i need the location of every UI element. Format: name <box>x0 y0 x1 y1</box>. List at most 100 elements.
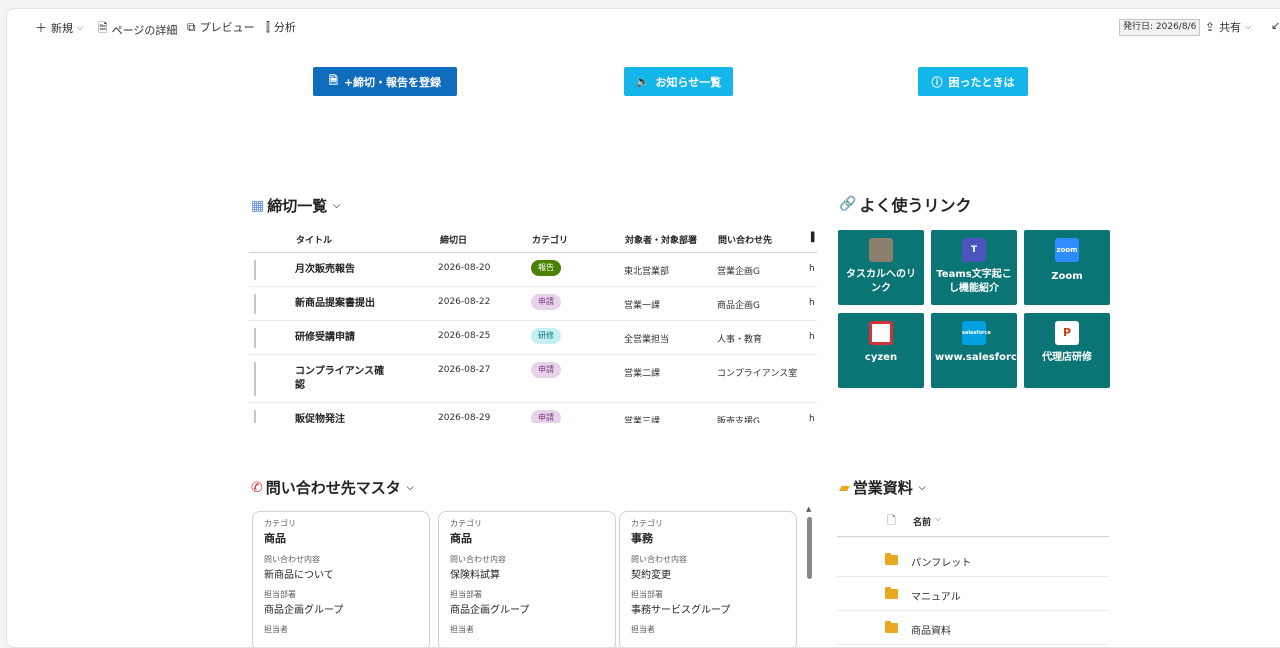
row-extra: h <box>809 298 815 308</box>
scrollbar-thumb[interactable] <box>807 517 812 579</box>
link-tile-training[interactable]: P 代理店研修 <box>1024 313 1110 388</box>
quick-links-title: よく使うリンク <box>859 196 972 215</box>
table-row[interactable]: 月次販売報告 2026-08-20 報告 東北営業部 営業企画G h <box>249 253 817 287</box>
row-selector[interactable] <box>254 260 256 280</box>
page-settings-icon: 🗎 <box>98 21 108 35</box>
field-label: 担当者 <box>631 625 655 634</box>
table-row[interactable]: 新商品提案書提出 2026-08-22 申請 営業一課 商品企画G h <box>249 287 817 321</box>
folder-name[interactable]: 商品資料 <box>911 622 951 637</box>
category-pill: 申請 <box>531 410 561 423</box>
table-row[interactable]: コンプライアンス確認 2026-08-27 申請 営業二課 コンプライアンス室 <box>249 355 817 403</box>
zoom-icon: zoom <box>1055 238 1079 262</box>
field-label: 担当者 <box>450 625 474 634</box>
command-bar: ＋ 新規 ⌵ 🗎 ページの詳細 ⧉ プレビュー ⫿ 分析 発行日: 2026/8… <box>7 9 1280 45</box>
document-folder-row[interactable]: パンフレット <box>837 543 1109 577</box>
document-folder-row[interactable]: 商品資料 <box>837 611 1109 645</box>
documents-title: 営業資料 <box>852 479 913 497</box>
row-extra: h <box>809 264 815 274</box>
link-tile-label: Teams文字起こし機能紹介 <box>936 269 1012 294</box>
row-contact: 販売支援G <box>717 417 760 423</box>
contact-card[interactable]: カテゴリ 事務 問い合わせ内容 契約変更 担当部署 事務サービスグループ 担当者 <box>619 511 797 647</box>
row-date: 2026-08-22 <box>438 297 491 307</box>
card-category: 商品 <box>450 532 472 545</box>
powerpoint-icon: P <box>1055 321 1079 345</box>
page-details-button[interactable]: 🗎 ページの詳細 <box>98 19 177 40</box>
quick-links-section-title: 🔗 よく使うリンク <box>839 192 971 216</box>
photo-thumbnail-icon <box>869 238 893 262</box>
column-header-target[interactable]: 対象者・対象部署 <box>625 233 697 246</box>
field-label: カテゴリ <box>450 519 482 528</box>
folder-name[interactable]: マニュアル <box>911 588 961 603</box>
page-canvas: ＋ 新規 ⌵ 🗎 ページの詳細 ⧉ プレビュー ⫿ 分析 発行日: 2026/8… <box>6 8 1280 648</box>
row-selector[interactable] <box>254 362 256 396</box>
new-label: 新規 <box>51 21 74 35</box>
calendar-grid-icon: ▦ <box>251 197 265 214</box>
notices-button[interactable]: 🔈 お知らせ一覧 <box>624 67 733 96</box>
folder-name[interactable]: パンフレット <box>911 554 971 569</box>
row-extra: h <box>809 332 815 342</box>
link-tile-salesforce[interactable]: salesforce www.salesforce.com <box>931 313 1051 388</box>
analytics-label: 分析 <box>273 21 296 34</box>
field-label: 担当部署 <box>631 590 663 599</box>
share-icon: ⇪ <box>1205 20 1216 34</box>
link-tile-cyzen[interactable]: cyzen <box>838 313 924 388</box>
link-tile-label: タスカルへのリンク <box>846 269 916 294</box>
analytics-button[interactable]: ⫿ 分析 <box>266 19 296 35</box>
table-row[interactable]: 研修受講申請 2026-08-25 研修 全営業担当 人事・教育 h <box>249 321 817 355</box>
document-icon: 🗎 <box>328 74 338 87</box>
row-title[interactable]: コンプライアンス確認 <box>295 365 385 393</box>
card-content: 新商品について <box>264 570 334 581</box>
share-button[interactable]: ⇪ 共有 ⌵ <box>1205 19 1251 35</box>
row-selector[interactable] <box>254 410 256 423</box>
row-extra: h <box>809 414 815 423</box>
documents-section-title[interactable]: ▰ 営業資料 ⌵ <box>839 477 926 498</box>
row-title[interactable]: 新商品提案書提出 <box>295 297 405 311</box>
document-folder-row[interactable]: マニュアル <box>837 577 1109 611</box>
chevron-down-icon: ⌵ <box>333 200 341 211</box>
row-target: 営業二課 <box>624 369 661 379</box>
preview-button[interactable]: ⧉ プレビュー <box>187 19 255 35</box>
question-circle-icon: ⓘ <box>931 75 943 89</box>
card-category: 事務 <box>631 532 653 545</box>
chevron-down-icon: ⌵ <box>918 482 926 493</box>
row-contact: 人事・教育 <box>717 335 763 345</box>
contact-card[interactable]: カテゴリ 商品 問い合わせ内容 新商品について 担当部署 商品企画グループ 担当… <box>252 511 430 647</box>
column-header-title[interactable]: タイトル <box>296 233 332 246</box>
register-label: +締切・報告を登録 <box>343 75 442 89</box>
column-header-category[interactable]: カテゴリ <box>532 233 568 246</box>
new-menu-button[interactable]: ＋ 新規 ⌵ <box>35 19 83 36</box>
notices-label: お知らせ一覧 <box>655 75 722 89</box>
row-selector[interactable] <box>254 294 256 314</box>
register-deadline-button[interactable]: 🗎 +締切・報告を登録 <box>313 67 457 96</box>
chevron-down-icon: ⌵ <box>1245 22 1252 31</box>
table-row[interactable]: 販促物発注 2026-08-29 申請 営業三課 販売支援G h <box>249 403 817 423</box>
row-title[interactable]: 販促物発注 <box>295 413 405 423</box>
contact-card[interactable]: カテゴリ 商品 問い合わせ内容 保険料試算 担当部署 商品企画グループ 担当者 <box>438 511 616 647</box>
chevron-down-icon[interactable]: ⌵ <box>935 514 941 524</box>
link-tile-taskal[interactable]: タスカルへのリンク <box>838 230 924 305</box>
link-tile-teams[interactable]: T Teams文字起こし機能紹介 <box>931 230 1017 305</box>
row-selector[interactable] <box>254 328 256 348</box>
row-contact: 商品企画G <box>717 301 760 311</box>
field-label: 担当部署 <box>450 590 482 599</box>
name-column-header[interactable]: 名前 <box>913 515 931 528</box>
link-tile-label: cyzen <box>864 352 898 363</box>
contacts-section-title[interactable]: ✆ 問い合わせ先マスタ ⌵ <box>251 477 414 498</box>
row-title[interactable]: 研修受講申請 <box>295 331 405 345</box>
column-header-date[interactable]: 締切日 <box>440 233 467 246</box>
link-tile-zoom[interactable]: zoom Zoom <box>1024 230 1110 305</box>
link-tile-label: 代理店研修 <box>1042 352 1092 363</box>
row-title[interactable]: 月次販売報告 <box>295 263 405 277</box>
documents-header: 🗋 名前 ⌵ <box>837 507 1109 537</box>
contacts-scrollbar[interactable]: ▲ <box>806 505 814 647</box>
collapse-icon[interactable]: ↙ <box>1271 19 1280 32</box>
card-department: 商品企画グループ <box>264 605 344 616</box>
table-header-row: タイトル 締切日 カテゴリ 対象者・対象部署 問い合わせ先 ▌ <box>249 225 817 253</box>
card-department: 商品企画グループ <box>450 605 530 616</box>
column-header-contact[interactable]: 問い合わせ先 <box>718 233 772 246</box>
help-button[interactable]: ⓘ 困ったときは <box>918 67 1028 96</box>
scroll-up-arrow-icon[interactable]: ▲ <box>806 505 811 513</box>
deadlines-section-title[interactable]: ▦ 締切一覧 ⌵ <box>251 195 340 216</box>
preview-icon: ⧉ <box>187 19 196 34</box>
contacts-title: 問い合わせ先マスタ <box>265 479 401 497</box>
